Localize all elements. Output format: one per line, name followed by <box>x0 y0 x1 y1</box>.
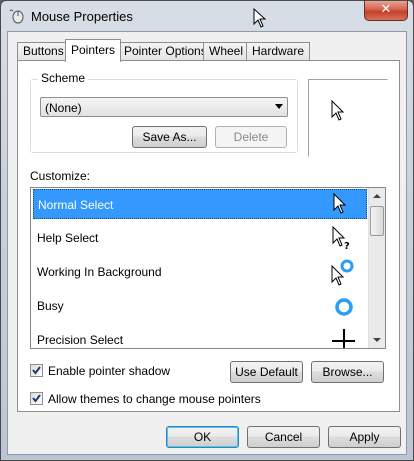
checkmark-icon <box>32 366 41 375</box>
list-item-label: Busy <box>37 299 64 313</box>
themes-checkbox[interactable] <box>30 392 43 405</box>
checkmark-icon <box>32 394 41 403</box>
pointer-shadow-option[interactable]: Enable pointer shadow <box>30 363 230 379</box>
mouse-properties-window: Mouse Properties ✕ Buttons Pointers Poin… <box>0 0 414 461</box>
list-scrollbar[interactable] <box>368 188 385 348</box>
delete-button[interactable]: Delete <box>215 126 287 148</box>
use-default-button[interactable]: Use Default <box>230 361 303 383</box>
cancel-button[interactable]: Cancel <box>247 426 320 448</box>
browse-button[interactable]: Browse... <box>311 361 384 383</box>
chevron-down-icon <box>275 104 283 109</box>
title-bar[interactable]: Mouse Properties ✕ <box>1 1 413 31</box>
tab-pointer-options[interactable]: Pointer Options <box>118 42 213 61</box>
ok-button[interactable]: OK <box>166 426 239 448</box>
pointers-tab-page: Scheme (None) Save As... Delete Customiz… <box>17 60 400 412</box>
tab-wheel[interactable]: Wheel <box>203 42 250 61</box>
close-button[interactable]: ✕ <box>364 1 408 21</box>
tab-buttons[interactable]: Buttons <box>17 42 70 61</box>
tab-pointers[interactable]: Pointers <box>65 39 122 62</box>
scroll-up-icon[interactable] <box>369 188 385 204</box>
dialog-client-area: Buttons Pointers Pointer Options Wheel H… <box>7 31 407 455</box>
themes-label: Allow themes to change mouse pointers <box>48 392 261 406</box>
help-cursor-icon: ? <box>332 225 350 252</box>
list-item-label: Help Select <box>37 231 99 245</box>
list-item-busy[interactable]: Busy <box>33 291 367 321</box>
scrollbar-thumb[interactable] <box>370 206 384 236</box>
svg-text:?: ? <box>344 241 350 252</box>
list-item-working-in-background[interactable]: Working In Background <box>33 257 367 287</box>
list-item-label: Working In Background <box>37 265 162 279</box>
working-cursor-icon <box>331 259 354 286</box>
shadow-checkbox[interactable] <box>30 364 43 377</box>
mouse-icon <box>9 9 24 24</box>
scheme-label: Scheme <box>38 71 89 85</box>
cursor-list[interactable]: Normal Select Help Select ? Working In B… <box>30 187 386 349</box>
mouse-cursor-icon <box>253 8 267 28</box>
list-item-label: Precision Select <box>37 333 124 347</box>
allow-themes-option[interactable]: Allow themes to change mouse pointers <box>30 391 330 407</box>
shadow-label: Enable pointer shadow <box>48 364 171 378</box>
list-item-label: Normal Select <box>38 198 114 212</box>
list-item-normal-select[interactable]: Normal Select <box>33 189 367 219</box>
tab-hardware[interactable]: Hardware <box>246 42 311 61</box>
crosshair-icon <box>332 329 355 348</box>
busy-ring-icon <box>335 298 353 316</box>
arrow-cursor-icon <box>331 100 345 121</box>
scroll-down-icon[interactable] <box>369 332 385 348</box>
scheme-selected-value: (None) <box>45 101 82 115</box>
scheme-dropdown[interactable]: (None) <box>40 97 288 117</box>
apply-button[interactable]: Apply <box>328 426 401 448</box>
arrow-cursor-icon <box>333 192 347 214</box>
pointer-preview <box>308 79 388 157</box>
save-as-button[interactable]: Save As... <box>132 126 207 148</box>
list-item-help-select[interactable]: Help Select ? <box>33 223 367 253</box>
list-item-precision-select[interactable]: Precision Select <box>33 325 367 348</box>
window-title: Mouse Properties <box>31 9 133 24</box>
customize-label: Customize: <box>30 169 91 183</box>
